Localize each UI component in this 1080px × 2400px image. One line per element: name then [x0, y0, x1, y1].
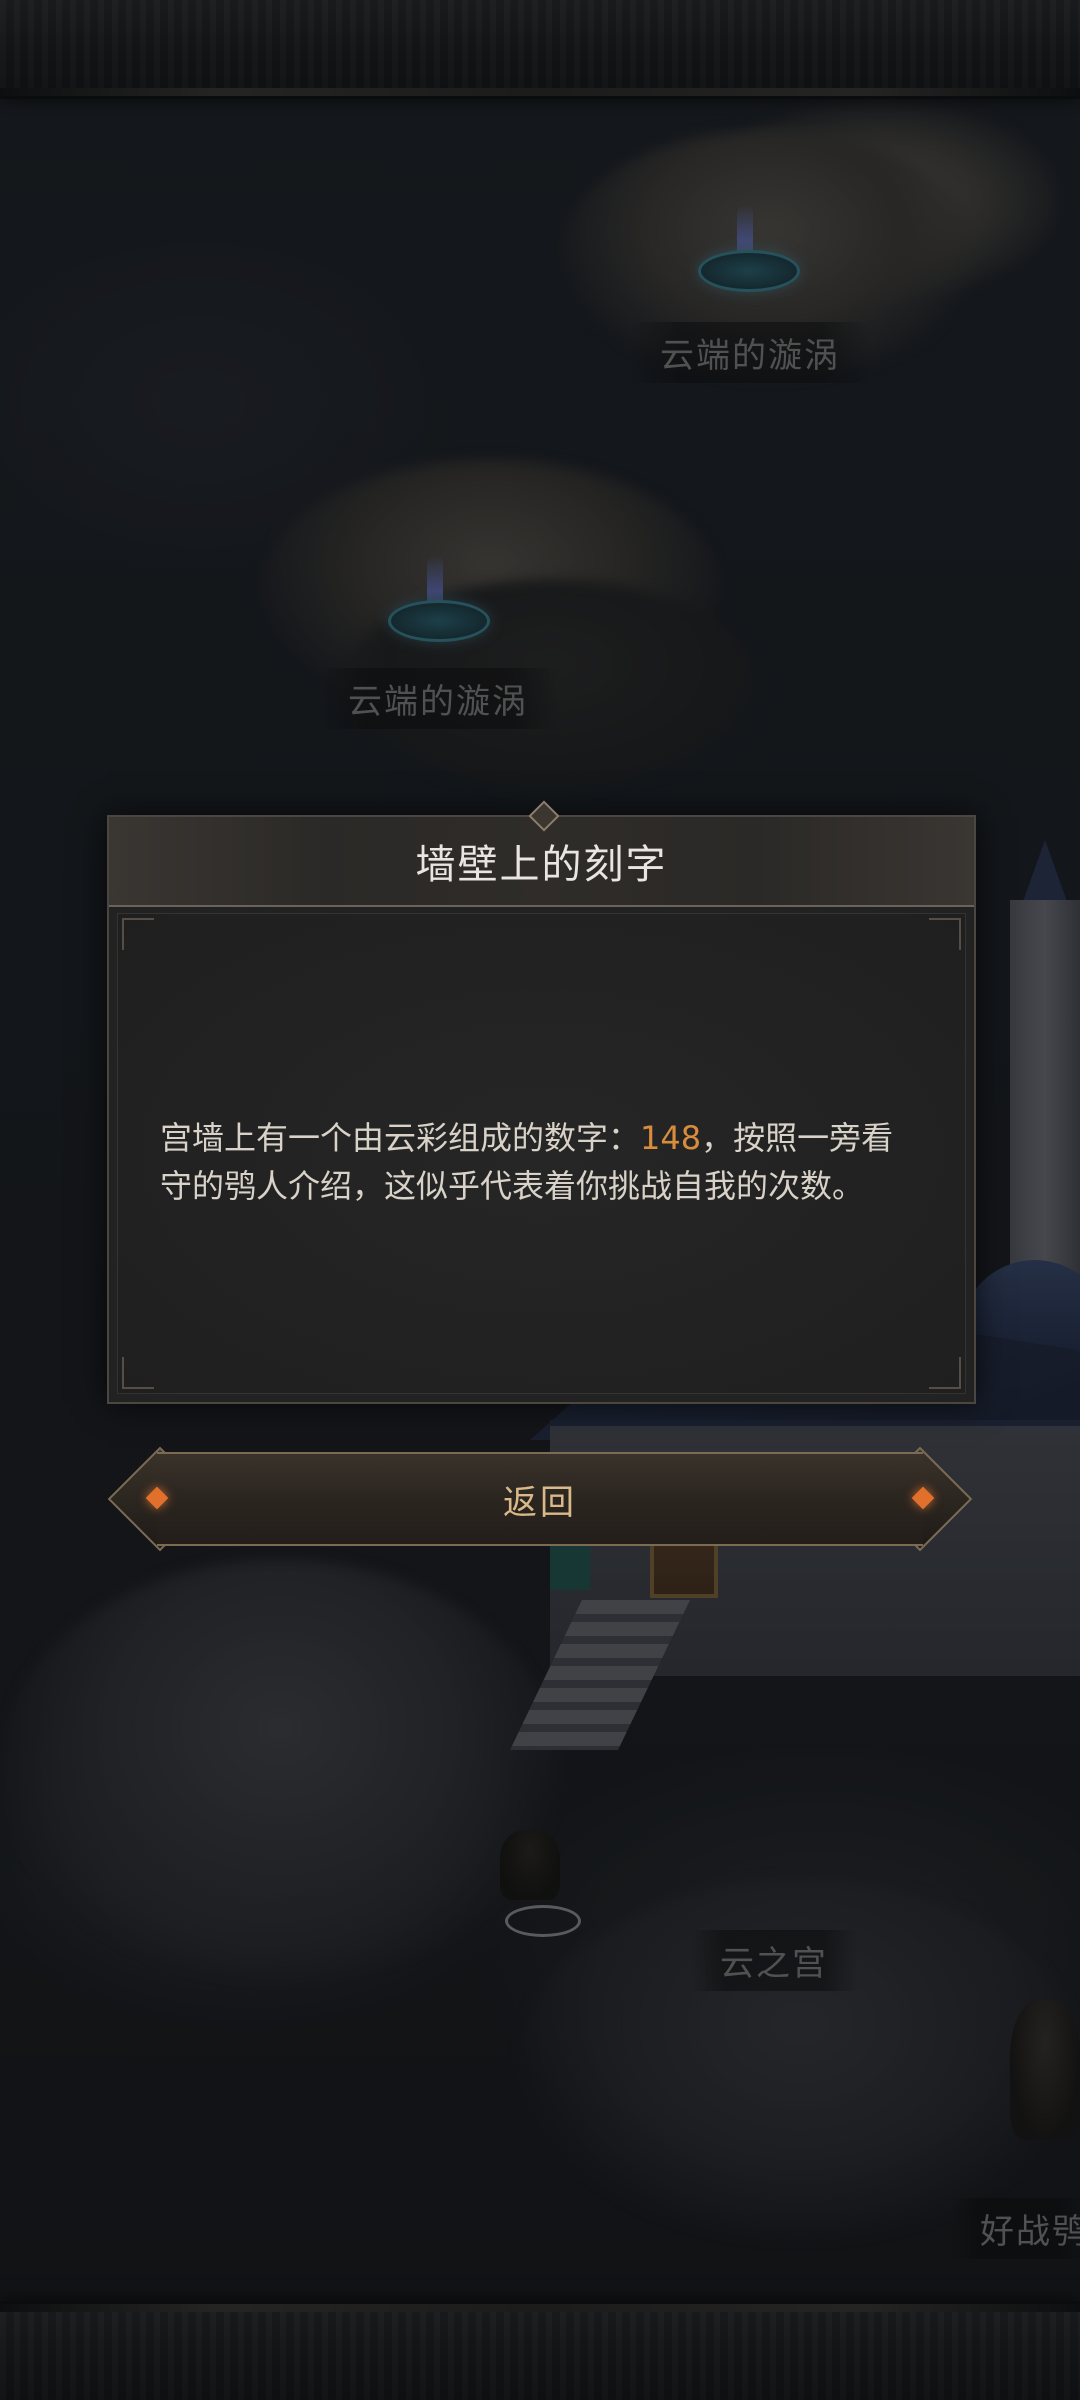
- message-text-before: 宫墙上有一个由云彩组成的数字：: [160, 1119, 641, 1157]
- return-button-label: 返回: [503, 1482, 577, 1523]
- challenge-count: 148: [640, 1119, 702, 1157]
- corner-ornament: [122, 918, 154, 950]
- dialog-body: 宫墙上有一个由云彩组成的数字：148，按照一旁看守的鸮人介绍，这似乎代表着你挑战…: [117, 913, 966, 1394]
- return-button[interactable]: 返回: [107, 1446, 973, 1552]
- game-screen: 云端的漩涡 云端的漩涡 云之宫 好战鸮 墙壁上的刻字 宫墙上有一个由云彩组成的数…: [0, 0, 1080, 2400]
- dialog-header: 墙壁上的刻字: [109, 817, 974, 907]
- corner-ornament: [929, 1357, 961, 1389]
- dialog-message: 宫墙上有一个由云彩组成的数字：148，按照一旁看守的鸮人介绍，这似乎代表着你挑战…: [160, 1114, 925, 1210]
- corner-ornament: [929, 918, 961, 950]
- corner-ornament: [122, 1357, 154, 1389]
- inscription-dialog: 墙壁上的刻字 宫墙上有一个由云彩组成的数字：148，按照一旁看守的鸮人介绍，这似…: [107, 815, 976, 1404]
- dialog-title: 墙壁上的刻字: [415, 842, 668, 888]
